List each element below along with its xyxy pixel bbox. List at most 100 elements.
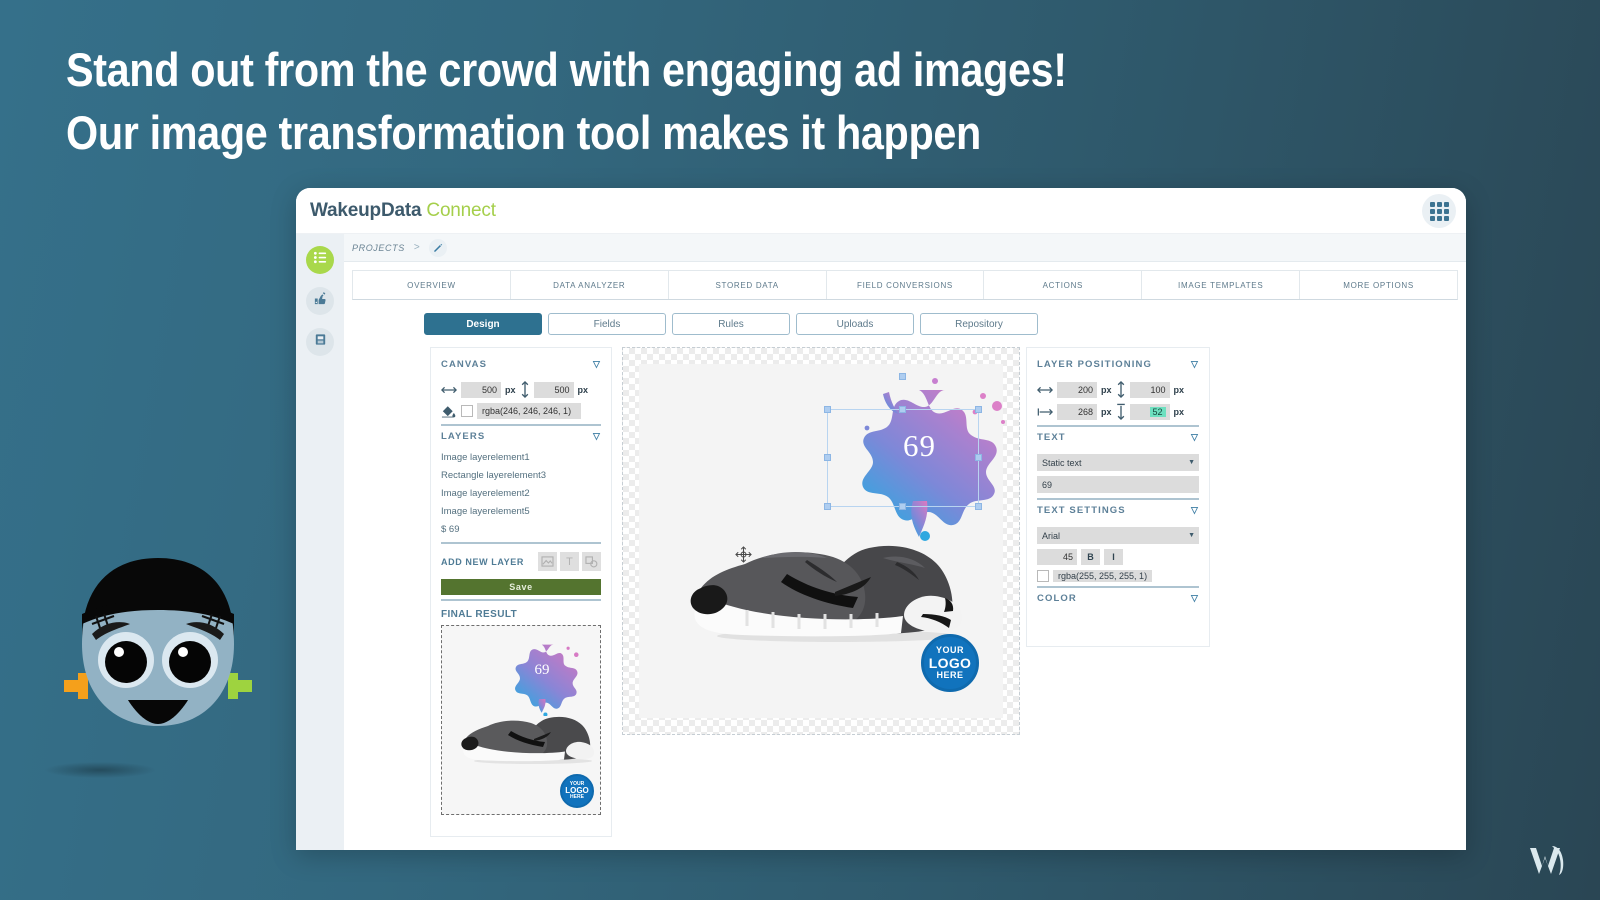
canvas-section-header[interactable]: CANVAS ▽: [441, 356, 601, 376]
save-button[interactable]: Save: [441, 579, 601, 595]
offset-right-icon: [1037, 407, 1053, 417]
text-section-title: TEXT: [1037, 432, 1066, 443]
hero-headline-line1: Stand out from the crowd with engaging a…: [66, 43, 1067, 96]
chevron-down-icon[interactable]: ▽: [1191, 593, 1199, 604]
design-canvas[interactable]: 69 YOUR LOGO HERE: [622, 347, 1020, 735]
selection-handles[interactable]: [824, 373, 982, 510]
resize-handle-top-left[interactable]: [824, 406, 831, 413]
canvas-surface[interactable]: 69 YOUR LOGO HERE: [639, 364, 1005, 718]
tab-overview[interactable]: OVERVIEW: [353, 271, 511, 299]
text-settings-title: TEXT SETTINGS: [1037, 505, 1126, 516]
mascot-illustration: [58, 548, 258, 788]
chevron-down-icon[interactable]: ▽: [1191, 432, 1199, 443]
canvas-width-input[interactable]: 500: [461, 381, 501, 398]
subtab-rules[interactable]: Rules: [672, 313, 790, 335]
text-color-swatch[interactable]: [1037, 570, 1049, 582]
rotate-handle[interactable]: [899, 373, 906, 380]
text-settings-header[interactable]: TEXT SETTINGS ▽: [1037, 502, 1199, 522]
chevron-down-icon: ▼: [1188, 532, 1195, 539]
editor-area: CANVAS ▽ 500 px 500 px rgba(246, 246, 24…: [344, 347, 1466, 847]
tab-actions[interactable]: ACTIONS: [984, 271, 1143, 299]
tab-more-options[interactable]: MORE OPTIONS: [1300, 271, 1457, 299]
divider: [441, 542, 601, 544]
subtab-repository[interactable]: Repository: [920, 313, 1038, 335]
subtab-uploads[interactable]: Uploads: [796, 313, 914, 335]
chevron-down-icon[interactable]: ▽: [593, 359, 601, 370]
layers-section-title: LAYERS: [441, 431, 486, 442]
color-section-header[interactable]: COLOR ▽: [1037, 590, 1199, 610]
resize-handle-top-center[interactable]: [899, 406, 906, 413]
image-layer-icon[interactable]: [538, 552, 557, 571]
brand-accent: Connect: [426, 200, 496, 221]
layer-y-input[interactable]: 268: [1057, 403, 1097, 420]
canvas-height-input[interactable]: 500: [533, 381, 574, 398]
rail-item-projects[interactable]: [306, 246, 334, 274]
tab-stored-data[interactable]: STORED DATA: [669, 271, 827, 299]
resize-handle-top-right[interactable]: [975, 406, 982, 413]
text-type-select[interactable]: Static text ▼: [1037, 454, 1199, 471]
layer-x-input[interactable]: 200: [1057, 381, 1097, 398]
paint-bucket-icon[interactable]: [441, 404, 457, 419]
tab-data-analyzer[interactable]: DATA ANALYZER: [511, 271, 669, 299]
layers-section-header[interactable]: LAYERS ▽: [441, 428, 601, 448]
breadcrumb: PROJECTS >: [344, 234, 1466, 262]
text-value-input[interactable]: 69: [1037, 476, 1199, 493]
breadcrumb-root[interactable]: PROJECTS: [352, 243, 405, 253]
resize-handle-bottom-center[interactable]: [899, 503, 906, 510]
divider: [441, 599, 601, 601]
shape-layer-icon[interactable]: [582, 552, 601, 571]
add-layer-row: ADD NEW LAYER T: [441, 552, 601, 571]
chevron-down-icon[interactable]: ▽: [1191, 505, 1199, 516]
right-properties-panel: LAYER POSITIONING ▽ 200 px 100 px 268 px…: [1026, 347, 1210, 647]
resize-handle-middle-left[interactable]: [824, 454, 831, 461]
pencil-icon[interactable]: [428, 238, 447, 257]
text-section-header[interactable]: TEXT ▽: [1037, 429, 1199, 449]
list-item[interactable]: Image layerelement1: [441, 448, 601, 466]
rail-item-docs[interactable]: [306, 328, 334, 356]
layer-x-unit: px: [1101, 384, 1112, 395]
text-layer-icon[interactable]: T: [560, 552, 579, 571]
layers-list: Image layerelement1 Rectangle layereleme…: [441, 448, 601, 538]
italic-button[interactable]: I: [1104, 549, 1123, 565]
divider: [441, 424, 601, 426]
final-result-preview[interactable]: 69 YOUR LOGO HERE: [441, 625, 601, 815]
horizontal-arrows-icon: [1037, 385, 1053, 395]
layer-x-width-row: 200 px 100 px: [1037, 381, 1199, 398]
resize-handle-bottom-right[interactable]: [975, 503, 982, 510]
text-color-value[interactable]: rgba(255, 255, 255, 1): [1053, 570, 1153, 582]
canvas-bg-swatch[interactable]: [461, 405, 473, 417]
layer-height-input[interactable]: 52: [1129, 403, 1170, 420]
hero-headline: Stand out from the crowd with engaging a…: [66, 38, 1210, 164]
color-section-title: COLOR: [1037, 593, 1077, 604]
chevron-down-icon[interactable]: ▽: [1191, 359, 1199, 370]
layer-height-unit: px: [1173, 406, 1185, 417]
list-item[interactable]: Rectangle layerelement3: [441, 466, 601, 484]
layer-height-value: 52: [1149, 406, 1166, 417]
canvas-size-row: 500 px 500 px: [441, 381, 601, 398]
logo-badge-layer[interactable]: YOUR LOGO HERE: [921, 634, 979, 692]
rail-item-tools[interactable]: [306, 287, 334, 315]
list-item[interactable]: Image layerelement2: [441, 484, 601, 502]
bold-button[interactable]: B: [1081, 549, 1100, 565]
list-item[interactable]: Image layerelement5: [441, 502, 601, 520]
left-rail: [296, 234, 344, 850]
subtab-fields[interactable]: Fields: [548, 313, 666, 335]
thumbs-up-wrench-icon: [313, 291, 328, 311]
tab-field-conversions[interactable]: FIELD CONVERSIONS: [827, 271, 985, 299]
move-cursor-icon: [735, 546, 752, 568]
layer-positioning-header[interactable]: LAYER POSITIONING ▽: [1037, 356, 1199, 376]
text-color-row: rgba(255, 255, 255, 1): [1037, 570, 1199, 582]
canvas-bg-color-value[interactable]: rgba(246, 246, 246, 1): [477, 403, 581, 419]
font-size-input[interactable]: 45: [1037, 549, 1077, 565]
list-item[interactable]: $ 69: [441, 520, 601, 538]
preview-logo-badge: YOUR LOGO HERE: [560, 774, 594, 808]
font-family-select[interactable]: Arial ▼: [1037, 527, 1199, 544]
subtab-design[interactable]: Design: [424, 313, 542, 335]
layer-width-input[interactable]: 100: [1129, 381, 1170, 398]
tab-image-templates[interactable]: IMAGE TEMPLATES: [1142, 271, 1301, 299]
resize-handle-bottom-left[interactable]: [824, 503, 831, 510]
chevron-down-icon[interactable]: ▽: [593, 431, 601, 442]
resize-handle-middle-right[interactable]: [975, 454, 982, 461]
grid-apps-icon[interactable]: [1422, 194, 1456, 228]
shoe-image-layer[interactable]: [687, 514, 967, 644]
